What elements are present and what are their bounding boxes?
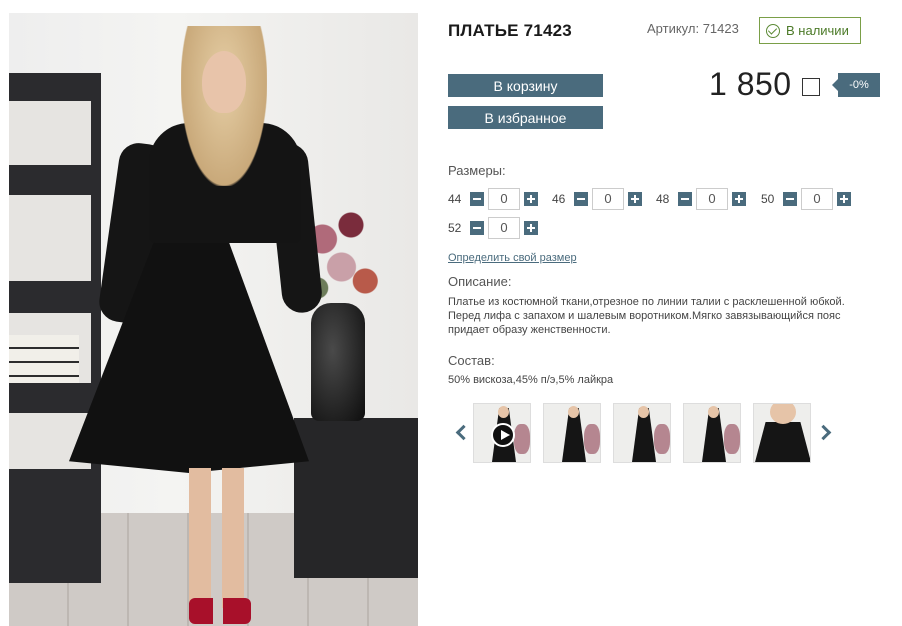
plus-icon[interactable]	[732, 192, 746, 206]
photo-books	[9, 335, 79, 383]
plus-icon[interactable]	[837, 192, 851, 206]
composition-text: 50% вискоза,45% п/э,5% лайкра	[448, 374, 614, 386]
minus-icon[interactable]	[783, 192, 797, 206]
photo-shelf	[9, 73, 101, 583]
size-quantity-input[interactable]: 0	[592, 188, 624, 210]
thumb-head	[638, 406, 649, 418]
currency-icon	[801, 77, 820, 96]
photo-face	[202, 51, 246, 113]
shelf-gap	[9, 195, 91, 281]
chevron-right-icon[interactable]	[817, 424, 831, 442]
size-quantity-input[interactable]: 0	[801, 188, 833, 210]
stock-badge: В наличии	[759, 17, 861, 44]
shelf-gap	[9, 101, 91, 165]
thumb-head	[770, 404, 796, 424]
photo-legs	[189, 468, 244, 608]
check-circle-icon	[766, 23, 780, 38]
gallery-thumbnail[interactable]	[613, 403, 671, 463]
thumb-head	[498, 406, 509, 418]
add-to-cart-button[interactable]: В корзину	[448, 74, 603, 97]
sizes-label: Размеры:	[448, 163, 506, 178]
composition-label: Состав:	[448, 353, 495, 368]
size-number: 48	[656, 192, 670, 206]
photo-vase	[311, 303, 365, 421]
thumb-background	[724, 424, 740, 454]
size-selector: 48 0	[656, 188, 746, 210]
gallery-thumbnail-video[interactable]	[473, 403, 531, 463]
size-selector: 52 0	[448, 217, 538, 239]
gallery-thumbnail[interactable]	[543, 403, 601, 463]
size-quantity-input[interactable]: 0	[696, 188, 728, 210]
stock-label: В наличии	[786, 23, 849, 38]
plus-icon[interactable]	[524, 221, 538, 235]
price: 1 850	[709, 66, 820, 103]
size-quantity-input[interactable]: 0	[488, 188, 520, 210]
play-icon[interactable]	[491, 423, 515, 447]
product-article: Артикул: 71423	[647, 21, 739, 36]
description-text: Платье из костюмной ткани,отрезное по ли…	[448, 296, 845, 336]
size-quantity-input[interactable]: 0	[488, 217, 520, 239]
product-title: ПЛАТЬЕ 71423	[448, 21, 572, 40]
minus-icon[interactable]	[470, 192, 484, 206]
size-number: 44	[448, 192, 462, 206]
size-selector: 44 0	[448, 188, 538, 210]
plus-icon[interactable]	[524, 192, 538, 206]
thumb-figure	[754, 422, 810, 462]
photo-shoes	[189, 598, 251, 624]
discount-badge: -0%	[832, 73, 880, 97]
thumb-head	[708, 406, 719, 418]
size-number: 50	[761, 192, 775, 206]
photo-cube	[294, 418, 418, 578]
size-number: 52	[448, 221, 462, 235]
gallery-thumbnail[interactable]	[753, 403, 811, 463]
size-selector: 50 0	[761, 188, 851, 210]
description-label: Описание:	[448, 274, 512, 289]
size-number: 46	[552, 192, 566, 206]
gallery-thumbnail[interactable]	[683, 403, 741, 463]
chevron-left-icon[interactable]	[453, 424, 467, 442]
thumb-background	[654, 424, 670, 454]
determine-size-link[interactable]: Определить свой размер	[448, 252, 577, 264]
thumb-head	[568, 406, 579, 418]
product-main-photo[interactable]	[9, 13, 418, 626]
price-value: 1 850	[709, 66, 792, 102]
minus-icon[interactable]	[470, 221, 484, 235]
minus-icon[interactable]	[574, 192, 588, 206]
thumb-background	[514, 424, 530, 454]
minus-icon[interactable]	[678, 192, 692, 206]
plus-icon[interactable]	[628, 192, 642, 206]
size-selector: 46 0	[552, 188, 642, 210]
add-to-favorites-button[interactable]: В избранное	[448, 106, 603, 129]
thumb-background	[584, 424, 600, 454]
